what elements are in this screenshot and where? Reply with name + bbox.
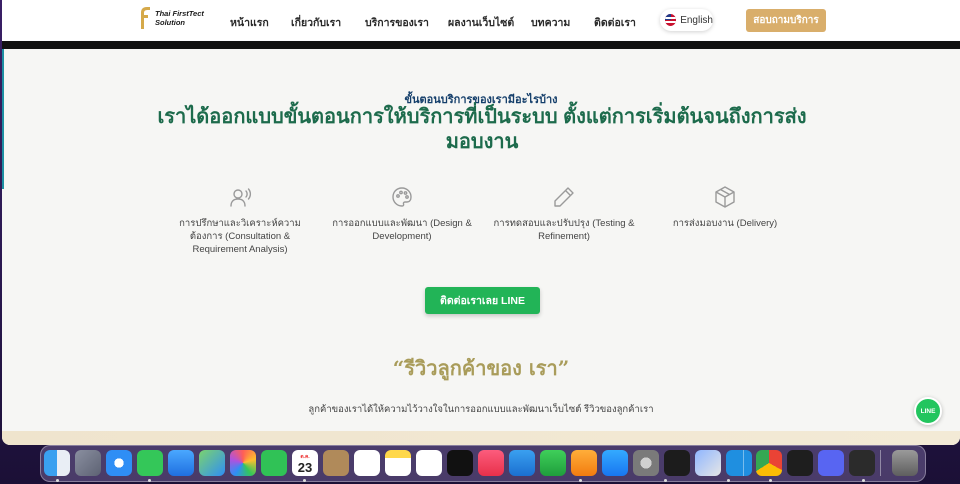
brand-logo[interactable]: Thai FirstTect Solution [138,5,206,31]
brand-subname: Solution [155,18,185,27]
system-settings-icon[interactable] [633,450,659,476]
step-label: การปรึกษาและวิเคราะห์ความต้องการ (Consul… [179,218,301,255]
step-label: การส่งมอบงาน (Delivery) [672,218,778,229]
running-indicator [148,479,151,482]
language-switcher[interactable]: English [660,9,713,31]
running-indicator [303,479,306,482]
launchpad-icon[interactable] [75,450,101,476]
nav-services[interactable]: บริการของเรา [365,14,429,31]
chrome-icon[interactable] [756,450,782,476]
us-flag-icon [665,14,677,26]
line-chat-label: LINE [920,407,936,415]
discord-icon[interactable] [818,450,844,476]
step-consultation: การปรึกษาและวิเคราะห์ความต้องการ (Consul… [165,185,315,256]
nav-about[interactable]: เกี่ยวกับเรา [291,14,341,31]
vscode-icon[interactable] [726,450,752,476]
running-indicator [862,479,865,482]
facetime-icon[interactable] [261,450,287,476]
step-delivery: การส่งมอบงาน (Delivery) [650,185,800,230]
dock-separator [880,450,881,476]
trash-icon[interactable] [892,450,918,476]
left-accent-bar [2,49,4,189]
notes-icon[interactable] [385,450,411,476]
browser-window: Thai FirstTect Solution หน้าแรก เกี่ยวกั… [2,0,960,445]
dock-separator [743,450,744,476]
site-header: Thai FirstTect Solution หน้าแรก เกี่ยวกั… [2,0,960,41]
brand-name: Thai FirstTect [155,9,204,18]
step-label: การออกแบบและพัฒนา (Design & Development) [332,218,472,242]
line-chat-button[interactable]: LINE [914,397,942,425]
reviews-title: “รีวิวลูกค้าของ เรา” [392,356,570,380]
process-headline: เราได้ออกแบบขั้นตอนการให้บริการที่เป็นระ… [157,106,807,153]
app-store-icon[interactable] [602,450,628,476]
contacts-icon[interactable] [323,450,349,476]
inquire-button[interactable]: สอบถามบริการ [746,9,826,32]
reviews-band [2,431,960,445]
running-indicator [56,479,59,482]
logo-mark-icon [141,7,150,29]
figma-icon[interactable] [787,450,813,476]
pencil-icon [554,187,574,207]
keynote-icon[interactable] [509,450,535,476]
mail-icon[interactable] [168,450,194,476]
terminal-icon[interactable] [664,450,690,476]
photos-icon[interactable] [230,450,256,476]
palette-icon [392,187,412,207]
running-indicator [579,479,582,482]
music-icon[interactable] [478,450,504,476]
preview-icon[interactable] [695,450,721,476]
calendar-day: 23 [297,459,313,475]
line-contact-button[interactable]: ติดต่อเราเลย LINE [425,287,540,314]
finder-icon[interactable] [44,450,70,476]
running-indicator [664,479,667,482]
reminders-icon[interactable] [354,450,380,476]
step-testing: การทดสอบและปรับปรุง (Testing & Refinemen… [489,185,639,243]
nav-portfolio[interactable]: ผลงานเว็บไซต์ [448,14,514,31]
messages-icon[interactable] [137,450,163,476]
nav-contact[interactable]: ติดต่อเรา [594,14,636,31]
calendar-icon[interactable]: ต.ค. 23 [292,450,318,476]
apple-tv-icon[interactable] [447,450,473,476]
reviews-subtitle: ลูกค้าของเราได้ให้ความไว้วางใจในการออกแบ… [308,404,654,415]
step-label: การทดสอบและปรับปรุง (Testing & Refinemen… [493,218,635,242]
running-indicator [769,479,772,482]
package-icon [715,186,735,208]
header-divider [2,41,960,49]
maps-icon[interactable] [199,450,225,476]
step-design: การออกแบบและพัฒนา (Design & Development) [327,185,477,243]
nav-home[interactable]: หน้าแรก [230,14,269,31]
consultation-icon [230,188,252,207]
language-label: English [680,14,713,26]
running-indicator [727,479,730,482]
safari-icon[interactable] [106,450,132,476]
console-icon[interactable] [849,450,875,476]
freeform-icon[interactable] [416,450,442,476]
numbers-icon[interactable] [540,450,566,476]
nav-articles[interactable]: บทความ [531,14,570,31]
pages-icon[interactable] [571,450,597,476]
